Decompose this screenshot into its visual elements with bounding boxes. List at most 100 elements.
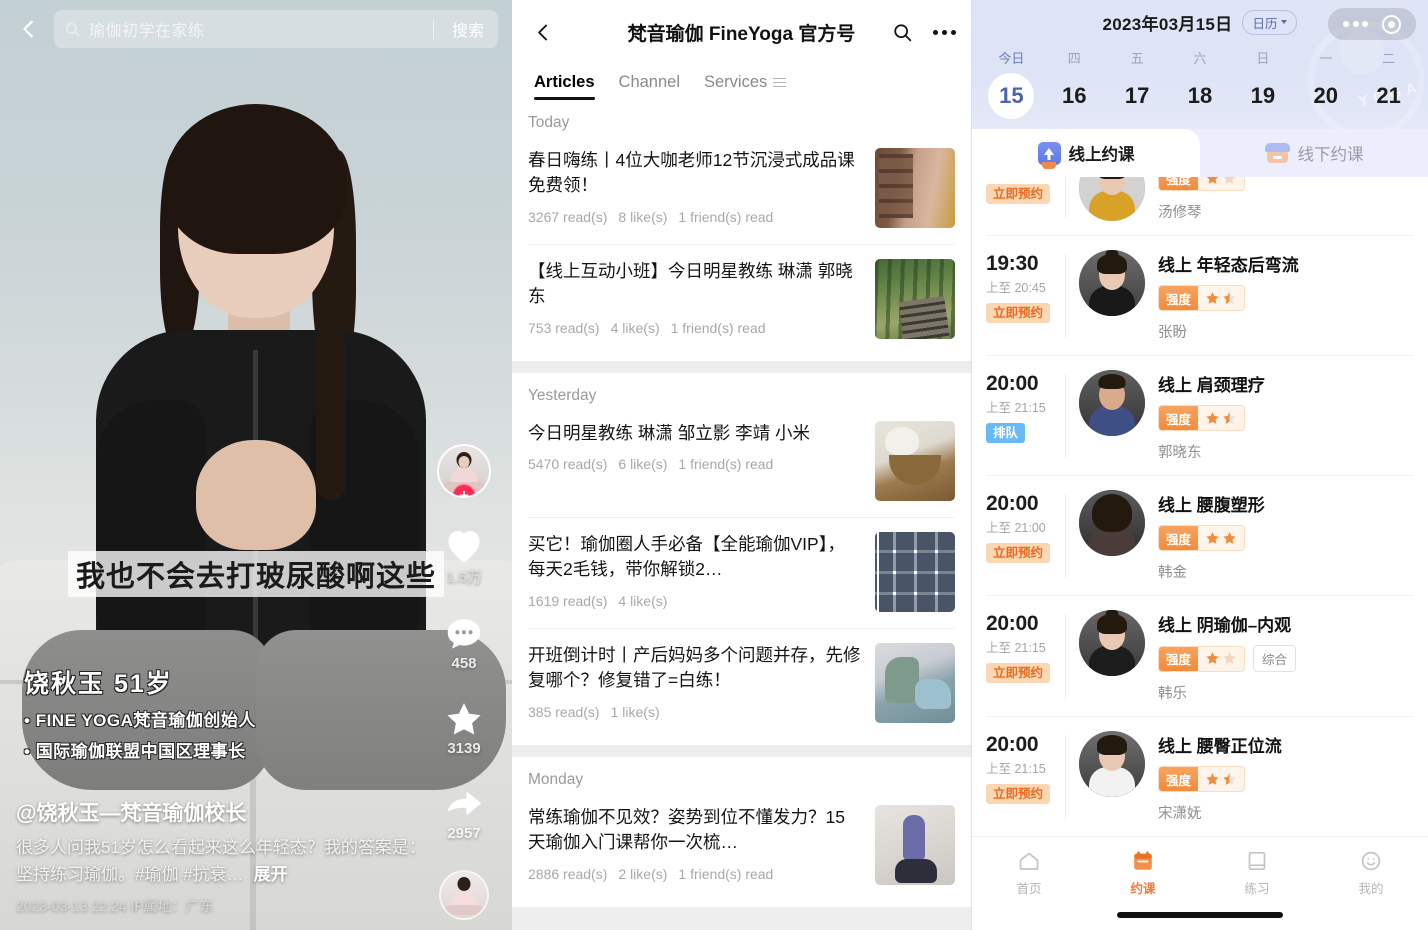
class-tags: 强度 xyxy=(1158,525,1414,551)
article-likes: 1 like(s) xyxy=(610,703,660,720)
teacher-name: 汤修琴 xyxy=(1158,205,1202,221)
queue-button[interactable]: 排队 xyxy=(986,423,1026,443)
day-cell-15[interactable]: 今日 15 xyxy=(980,48,1043,119)
person-hair-top xyxy=(166,104,346,254)
article-row[interactable]: 买它！瑜伽圈人手必备【全能瑜伽VIP】，每天2毛钱，带你解锁2… 1619 re… xyxy=(528,518,955,629)
article-row[interactable]: 今日明星教练 琳潇 邹立影 李靖 小米 5470 read(s) 6 like(… xyxy=(528,407,955,518)
class-list[interactable]: 上至 20:15 立即预约 强度 xyxy=(972,177,1428,845)
search-button[interactable]: 搜索 xyxy=(442,17,488,41)
search-input[interactable]: 瑜伽初学在家练 搜索 xyxy=(54,10,498,48)
class-row[interactable]: 19:30 上至 20:45 立即预约 线上 年轻态后弯流 强度 张盼 xyxy=(986,236,1414,356)
booking-mode-tabs: 线上约课 线下约课 xyxy=(972,129,1428,177)
back-icon[interactable] xyxy=(526,15,560,49)
creator-handle[interactable]: @饶秋玉—梵音瑜伽校长 xyxy=(16,797,436,827)
favorite-count: 3139 xyxy=(447,740,481,757)
class-start-time: 19:30 xyxy=(986,252,1039,275)
music-disc-head xyxy=(457,877,471,891)
class-tags: 强度 xyxy=(1158,766,1414,792)
class-name: 线上 腰臀正位流 xyxy=(1158,737,1282,756)
article-main: 今日明星教练 琳潇 邹立影 李靖 小米 5470 read(s) 6 like(… xyxy=(528,421,861,472)
day-number: 17 xyxy=(1124,83,1150,108)
more-options-icon[interactable] xyxy=(931,19,957,45)
article-thumbnail xyxy=(875,532,955,612)
chevron-down-icon xyxy=(1281,20,1288,24)
miniapp-close-icon[interactable] xyxy=(1382,14,1401,34)
article-row[interactable]: 开班倒计时丨产后妈妈多个问题并存，先修复哪个？修复错了=白练！ 385 read… xyxy=(528,629,955,739)
intensity-label: 强度 xyxy=(1159,286,1199,310)
class-start-time: 20:00 xyxy=(986,372,1039,395)
nav-item-home[interactable]: 首页 xyxy=(972,849,1086,897)
book-now-button[interactable]: 立即预约 xyxy=(986,543,1051,563)
back-icon[interactable] xyxy=(14,14,44,44)
share-button[interactable]: 2957 xyxy=(443,785,485,842)
miniapp-more-icon[interactable] xyxy=(1343,21,1368,27)
class-row[interactable]: 20:00 上至 21:15 排队 线上 肩颈理疗 强度 郭晓东 xyxy=(986,356,1414,476)
search-divider xyxy=(432,19,434,39)
article-likes: 8 like(s) xyxy=(618,208,668,225)
book-now-button[interactable]: 立即预约 xyxy=(986,303,1051,323)
nav-item-practice[interactable]: 练习 xyxy=(1200,849,1314,897)
day-cell-16[interactable]: 四 16 xyxy=(1043,48,1106,119)
class-time-block: 20:00 上至 21:00 立即预约 xyxy=(986,490,1052,582)
class-row[interactable]: 20:00 上至 21:15 立即预约 线上 阴瑜伽–内观 强度 综合 韩乐 xyxy=(986,596,1414,717)
nav-item-booking[interactable]: 约课 xyxy=(1086,849,1200,897)
teacher-avatar xyxy=(1079,370,1145,436)
calendar-icon xyxy=(1134,851,1152,870)
expand-caption-button[interactable]: 展开 xyxy=(254,865,288,884)
calendar-picker-button[interactable]: 日历 xyxy=(1242,9,1298,35)
article-row[interactable]: 春日嗨练丨4位大咖老师12节沉浸式成品课免费领！ 3267 read(s) 8 … xyxy=(528,134,955,245)
tab-online-booking[interactable]: 线上约课 xyxy=(972,129,1200,177)
class-info: 线上 腰腹塑形 强度 韩金 xyxy=(1158,490,1414,582)
articles-scroll-area[interactable]: Today 春日嗨练丨4位大咖老师12节沉浸式成品课免费领！ 3267 read… xyxy=(512,100,971,930)
class-row[interactable]: 20:00 上至 21:00 立即预约 线上 腰腹塑形 强度 韩金 xyxy=(986,476,1414,596)
class-row[interactable]: 20:00 上至 21:15 立即预约 线上 腰臀正位流 强度 宋潇妩 xyxy=(986,717,1414,837)
article-stats: 5470 read(s) 6 like(s) 1 friend(s) read xyxy=(528,456,861,472)
music-disc-icon[interactable] xyxy=(439,870,489,920)
book-now-button[interactable]: 立即预约 xyxy=(986,663,1051,683)
search-icon[interactable] xyxy=(889,19,915,45)
avatar[interactable]: + xyxy=(437,444,491,498)
day-cell-17[interactable]: 五 17 xyxy=(1106,48,1169,119)
book-now-button[interactable]: 立即预约 xyxy=(986,784,1051,804)
intensity-tag: 强度 xyxy=(1158,766,1246,792)
three-panel-screenshot: 瑜伽初学在家练 搜索 我也不会去打玻尿酸啊这些 饶秋玉 51岁 FINE YOG… xyxy=(0,0,1428,930)
day-cell-21[interactable]: 二 21 xyxy=(1357,48,1420,119)
row-divider xyxy=(1065,374,1066,458)
day-cell-18[interactable]: 六 18 xyxy=(1169,48,1232,119)
calendar-picker-label: 日历 xyxy=(1252,16,1278,31)
class-row[interactable]: 上至 20:15 立即预约 强度 xyxy=(986,177,1414,236)
class-info: 线上 肩颈理疗 强度 郭晓东 xyxy=(1158,370,1414,462)
day-cell-19[interactable]: 日 19 xyxy=(1231,48,1294,119)
favorite-button[interactable]: 3139 xyxy=(443,700,485,757)
share-arrow-icon xyxy=(447,791,482,816)
teacher-name: 韩乐 xyxy=(1158,686,1187,702)
article-likes: 2 like(s) xyxy=(618,865,668,882)
article-thumbnail xyxy=(875,805,955,885)
class-time-block: 20:00 上至 21:15 排队 xyxy=(986,370,1052,462)
article-row[interactable]: 【线上互动小班】今日明星教练 琳潇 郭晓东 753 read(s) 4 like… xyxy=(528,245,955,355)
nav-item-profile[interactable]: 我的 xyxy=(1314,849,1428,897)
article-main: 开班倒计时丨产后妈妈多个问题并存，先修复哪个？修复错了=白练！ 385 read… xyxy=(528,643,861,720)
intensity-stars xyxy=(1198,289,1244,308)
tab-offline-booking[interactable]: 线下约课 xyxy=(1200,129,1428,177)
comment-button[interactable]: 458 xyxy=(443,615,485,672)
class-end-time: 上至 21:00 xyxy=(986,521,1046,535)
tab-channel[interactable]: Channel xyxy=(619,73,680,100)
article-main: 买它！瑜伽圈人手必备【全能瑜伽VIP】，每天2毛钱，带你解锁2… 1619 re… xyxy=(528,532,861,609)
class-time-block: 20:00 上至 21:15 立即预约 xyxy=(986,610,1052,703)
teacher-avatar xyxy=(1079,177,1145,221)
share-count: 2957 xyxy=(447,825,481,842)
teacher-avatar xyxy=(1079,731,1145,797)
like-button[interactable]: 1.5万 xyxy=(443,526,485,587)
video-description-text: 很多人问我51岁怎么看起来这么年轻态？我的答案是：坚持练习瑜伽。#瑜伽 #抗衰… xyxy=(16,838,426,884)
tab-articles[interactable]: Articles xyxy=(534,73,595,100)
article-reads: 1619 read(s) xyxy=(528,592,608,609)
article-row[interactable]: 常练瑜伽不见效？姿势到位不懂发力？15天瑜伽入门课帮你一次梳… 2886 rea… xyxy=(528,791,955,901)
tab-services[interactable]: Services xyxy=(704,73,787,100)
book-now-button[interactable]: 立即预约 xyxy=(986,184,1051,204)
video-player-panel[interactable]: 瑜伽初学在家练 搜索 我也不会去打玻尿酸啊这些 饶秋玉 51岁 FINE YOG… xyxy=(0,0,512,930)
day-cell-20[interactable]: 一 20 xyxy=(1294,48,1357,119)
selected-date: 2023年03月15日 xyxy=(1102,14,1233,34)
day-number: 20 xyxy=(1313,83,1338,108)
credential-line-1: FINE YOGA梵音瑜伽创始人 xyxy=(24,706,256,731)
